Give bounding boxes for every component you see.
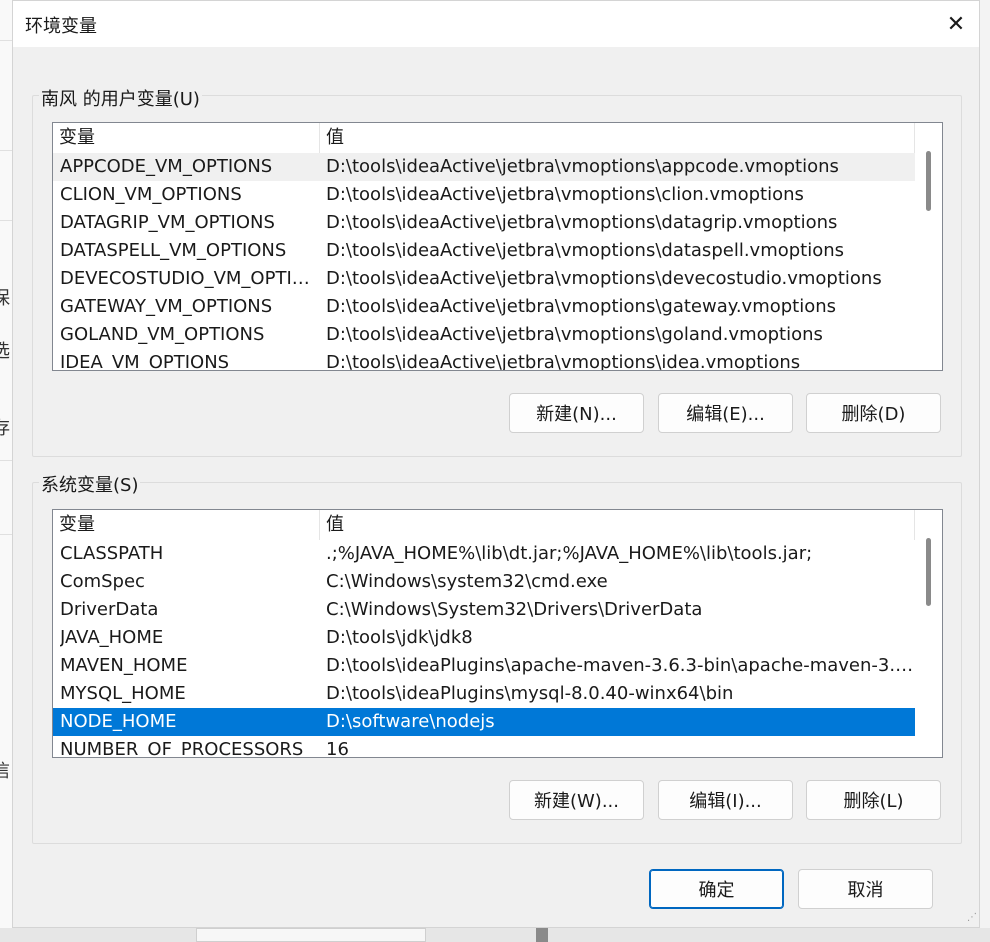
user-delete-button[interactable]: 删除(D) — [806, 393, 941, 433]
table-row[interactable]: JAVA_HOME D:\tools\jdk\jdk8 — [53, 624, 915, 652]
user-variables-legend: 南风 的用户变量(U) — [39, 85, 202, 111]
variable-value-cell: D:\tools\ideaActive\jetbra\vmoptions\ide… — [326, 352, 801, 371]
table-row[interactable]: DATAGRIP_VM_OPTIONS D:\tools\ideaActive\j… — [53, 209, 915, 237]
background-text: 存 — [0, 418, 10, 439]
system-variables-list[interactable]: 变量 值 CLASSPATH .;%JAVA_HOME%\lib\dt.jar;%… — [52, 509, 943, 758]
table-row[interactable]: IDEA_VM_OPTIONS D:\tools\ideaActive\jetbr… — [53, 349, 915, 371]
table-row[interactable]: DriverData C:\Windows\System32\Drivers\Dr… — [53, 596, 915, 624]
variable-value-cell: D:\tools\ideaActive\jetbra\vmoptions\gol… — [326, 324, 823, 345]
variable-name-cell: NODE_HOME — [60, 711, 177, 732]
system-variables-rows: CLASSPATH .;%JAVA_HOME%\lib\dt.jar;%JAVA_… — [53, 540, 915, 758]
system-variables-legend: 系统变量(S) — [39, 471, 141, 497]
variable-name-cell: CLION_VM_OPTIONS — [60, 184, 242, 205]
background-text: 信 — [0, 761, 10, 782]
column-separator — [914, 510, 915, 540]
scrollbar-thumb[interactable] — [926, 151, 931, 211]
variable-name-cell: MAVEN_HOME — [60, 655, 188, 676]
list-header: 变量 值 — [53, 123, 915, 153]
background-text: 保 — [0, 288, 10, 309]
table-row[interactable]: MAVEN_HOME D:\tools\ideaPlugins\apache-ma… — [53, 652, 915, 680]
table-row[interactable]: CLION_VM_OPTIONS D:\tools\ideaActive\jetb… — [53, 181, 915, 209]
column-header-variable[interactable]: 变量 — [53, 510, 319, 540]
background-input — [196, 928, 426, 942]
table-row[interactable]: MYSQL_HOME D:\tools\ideaPlugins\mysql-8.0… — [53, 680, 915, 708]
variable-value-cell: D:\tools\ideaActive\jetbra\vmoptions\dev… — [326, 268, 882, 289]
scrollbar-thumb[interactable] — [926, 538, 931, 606]
variable-name-cell: IDEA_VM_OPTIONS — [60, 352, 230, 371]
ok-button[interactable]: 确定 — [649, 869, 784, 909]
variable-value-cell: D:\tools\jdk\jdk8 — [326, 627, 473, 648]
table-row[interactable]: ComSpec C:\Windows\system32\cmd.exe — [53, 568, 915, 596]
background-window-bottom — [0, 928, 990, 942]
resize-grip-icon[interactable]: ⋰ — [963, 911, 977, 925]
table-row[interactable]: GATEWAY_VM_OPTIONS D:\tools\ideaActive\je… — [53, 293, 915, 321]
title-bar: 环境变量 ✕ — [13, 1, 979, 47]
variable-value-cell: D:\tools\ideaActive\jetbra\vmoptions\dat… — [326, 240, 845, 261]
variable-value-cell: C:\Windows\system32\cmd.exe — [326, 571, 608, 592]
list-header: 变量 值 — [53, 510, 915, 540]
system-edit-button[interactable]: 编辑(I)... — [658, 780, 793, 820]
table-row[interactable]: DEVECOSTUDIO_VM_OPTIO... D:\tools\ideaAct… — [53, 265, 915, 293]
table-row[interactable]: GOLAND_VM_OPTIONS D:\tools\ideaActive\jet… — [53, 321, 915, 349]
user-variables-list[interactable]: 变量 值 APPCODE_VM_OPTIONS D:\tools\ideaActi… — [52, 122, 943, 371]
variable-value-cell: D:\tools\ideaPlugins\mysql-8.0.40-winx64… — [326, 683, 734, 704]
dialog-title: 环境变量 — [25, 16, 97, 37]
variable-name-cell: GOLAND_VM_OPTIONS — [60, 324, 265, 345]
variable-name-cell: DATAGRIP_VM_OPTIONS — [60, 212, 275, 233]
table-row[interactable]: CLASSPATH .;%JAVA_HOME%\lib\dt.jar;%JAVA_… — [53, 540, 915, 568]
column-separator — [914, 123, 915, 153]
variable-name-cell: CLASSPATH — [60, 543, 164, 564]
variable-value-cell: .;%JAVA_HOME%\lib\dt.jar;%JAVA_HOME%\lib… — [326, 543, 813, 564]
variable-value-cell: 16 — [326, 739, 349, 758]
background-scrollbar — [536, 928, 548, 942]
close-icon: ✕ — [946, 11, 966, 37]
variable-value-cell: D:\tools\ideaActive\jetbra\vmoptions\cli… — [326, 184, 804, 205]
vertical-scrollbar[interactable] — [916, 123, 942, 370]
variable-name-cell: APPCODE_VM_OPTIONS — [60, 156, 273, 177]
variable-name-cell: DriverData — [60, 599, 159, 620]
variable-name-cell: GATEWAY_VM_OPTIONS — [60, 296, 273, 317]
variable-value-cell: D:\tools\ideaActive\jetbra\vmoptions\app… — [326, 156, 839, 177]
system-new-button[interactable]: 新建(W)... — [509, 780, 644, 820]
variable-name-cell: DATASPELL_VM_OPTIONS — [60, 240, 287, 261]
system-delete-button[interactable]: 删除(L) — [806, 780, 941, 820]
table-row[interactable]: APPCODE_VM_OPTIONS D:\tools\ideaActive\je… — [53, 153, 915, 181]
variable-name-cell: JAVA_HOME — [60, 627, 164, 648]
variable-name-cell: NUMBER_OF_PROCESSORS — [60, 739, 304, 758]
table-row[interactable]: NODE_HOME D:\software\nodejs — [53, 708, 915, 736]
table-row[interactable]: DATASPELL_VM_OPTIONS D:\tools\ideaActive\… — [53, 237, 915, 265]
table-row[interactable]: NUMBER_OF_PROCESSORS 16 — [53, 736, 915, 758]
column-header-variable[interactable]: 变量 — [53, 123, 319, 153]
user-variables-rows: APPCODE_VM_OPTIONS D:\tools\ideaActive\je… — [53, 153, 915, 371]
variable-name-cell: ComSpec — [60, 571, 145, 592]
variable-name-cell: MYSQL_HOME — [60, 683, 186, 704]
close-button[interactable]: ✕ — [933, 1, 979, 47]
variable-value-cell: D:\tools\ideaPlugins\apache-maven-3.6.3-… — [326, 655, 914, 676]
variable-value-cell: D:\tools\ideaActive\jetbra\vmoptions\dat… — [326, 212, 838, 233]
vertical-scrollbar[interactable] — [916, 510, 942, 757]
variable-value-cell: D:\tools\ideaActive\jetbra\vmoptions\gat… — [326, 296, 837, 317]
background-text: 选 — [0, 341, 10, 362]
user-edit-button[interactable]: 编辑(E)... — [658, 393, 793, 433]
variable-value-cell: D:\software\nodejs — [326, 711, 495, 732]
environment-variables-dialog: 环境变量 ✕ 南风 的用户变量(U) 变量 值 APPCODE_VM_OPTIO… — [12, 0, 980, 928]
column-header-value[interactable]: 值 — [320, 510, 914, 540]
column-header-value[interactable]: 值 — [320, 123, 914, 153]
variable-name-cell: DEVECOSTUDIO_VM_OPTIO... — [60, 268, 316, 289]
cancel-button[interactable]: 取消 — [798, 869, 933, 909]
user-new-button[interactable]: 新建(N)... — [509, 393, 644, 433]
variable-value-cell: C:\Windows\System32\Drivers\DriverData — [326, 599, 703, 620]
